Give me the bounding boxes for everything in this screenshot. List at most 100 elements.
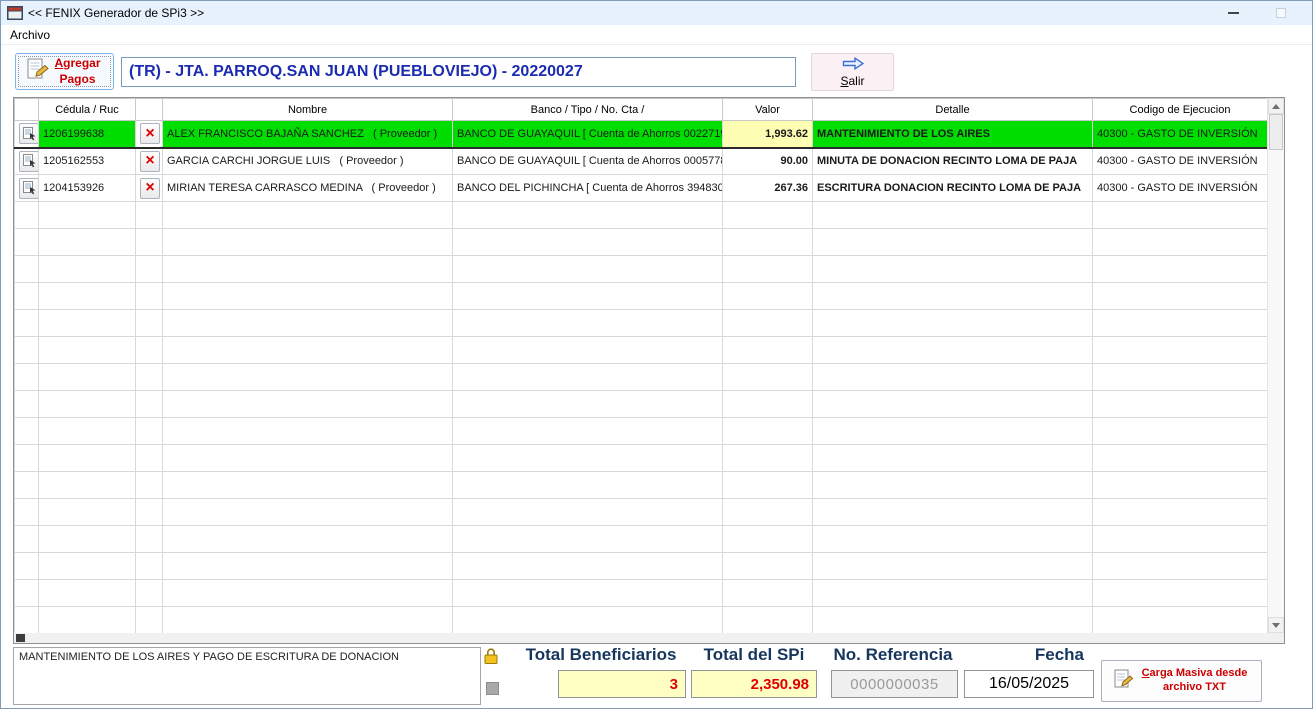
nombre-cell — [162, 201, 453, 229]
vertical-scroll-thumb[interactable] — [1269, 114, 1283, 150]
row-delete-cell — [135, 255, 163, 283]
fecha-value[interactable] — [964, 670, 1094, 698]
row-delete-cell — [135, 309, 163, 337]
cedula-cell — [38, 525, 136, 553]
codigo-cell — [1092, 282, 1268, 310]
row-delete-cell — [135, 525, 163, 553]
header-codigo[interactable]: Codigo de Ejecucion — [1092, 98, 1268, 121]
nombre-cell — [162, 471, 453, 499]
close-button[interactable] — [1268, 4, 1294, 22]
add-payments-icon — [27, 58, 49, 85]
row-delete-button[interactable]: × — [140, 177, 160, 199]
total-spi-value — [691, 670, 817, 698]
row-delete-button[interactable]: × — [140, 150, 160, 172]
row-edit-cell — [14, 552, 39, 580]
banco-cell — [452, 390, 723, 418]
codigo-cell — [1092, 255, 1268, 283]
row-delete-button[interactable]: × — [140, 123, 160, 145]
carga-masiva-button[interactable]: Carga Masiva desde archivo TXT — [1101, 660, 1262, 702]
nombre-cell — [162, 255, 453, 283]
valor-cell — [722, 525, 813, 553]
detalle-cell — [812, 201, 1093, 229]
window-controls — [1220, 4, 1306, 22]
codigo-cell: 40300 - GASTO DE INVERSIÓN — [1092, 120, 1268, 149]
referencia-label: No. Referencia — [833, 645, 953, 664]
table-row[interactable]: 1204153926 × MIRIAN TERESA CARRASCO MEDINA… — [14, 174, 1268, 202]
table-row — [14, 309, 1268, 337]
payments-table: Cédula / Ruc Nombre Banco / Tipo / No. C… — [14, 98, 1268, 634]
row-edit-button[interactable] — [19, 123, 38, 145]
header-banco[interactable]: Banco / Tipo / No. Cta / — [452, 98, 723, 121]
row-delete-cell — [135, 498, 163, 526]
row-edit-cell — [14, 228, 39, 256]
nombre-cell — [162, 363, 453, 391]
banco-cell — [452, 471, 723, 499]
vertical-scrollbar[interactable] — [1267, 98, 1284, 633]
row-delete-cell: × — [135, 120, 163, 149]
detalle-cell — [812, 552, 1093, 580]
table-row — [14, 282, 1268, 310]
header-cedula[interactable]: Cédula / Ruc — [38, 98, 136, 121]
valor-cell — [722, 201, 813, 229]
row-edit-cell — [14, 471, 39, 499]
horizontal-scroll-thumb[interactable] — [16, 634, 25, 642]
codigo-cell — [1092, 525, 1268, 553]
banco-cell — [452, 579, 723, 607]
total-beneficiarios-value — [558, 670, 686, 698]
row-edit-cell — [14, 147, 39, 175]
codigo-cell: 40300 - GASTO DE INVERSIÓN — [1092, 174, 1268, 202]
detalle-cell — [812, 471, 1093, 499]
app-window: << FENIX Generador de SPi3 >> Archivo Ag… — [0, 0, 1313, 709]
table-row[interactable]: 1206199638 × ALEX FRANCISCO BAJAÑA SANCHEZ… — [14, 120, 1268, 149]
cedula-cell — [38, 606, 136, 634]
header-nombre[interactable]: Nombre — [162, 98, 453, 121]
codigo-cell — [1092, 498, 1268, 526]
banco-cell — [452, 444, 723, 472]
codigo-cell — [1092, 606, 1268, 634]
cedula-cell — [38, 309, 136, 337]
nombre-cell: GARCIA CARCHI JORGUE LUIS ( Proveedor ) — [162, 147, 453, 175]
row-edit-cell — [14, 309, 39, 337]
cedula-cell — [38, 255, 136, 283]
observation-textarea[interactable]: MANTENIMIENTO DE LOS AIRES Y PAGO DE ESC… — [13, 647, 481, 705]
scroll-down-icon[interactable] — [1268, 617, 1284, 633]
detalle-cell — [812, 309, 1093, 337]
salir-button[interactable]: Salir — [811, 53, 894, 91]
banco-cell — [452, 282, 723, 310]
banco-cell — [452, 336, 723, 364]
nombre-cell — [162, 498, 453, 526]
header-valor[interactable]: Valor — [722, 98, 813, 121]
exit-arrow-icon — [842, 56, 864, 73]
valor-cell — [722, 363, 813, 391]
detalle-cell — [812, 579, 1093, 607]
detalle-cell — [812, 336, 1093, 364]
agregar-pagos-button[interactable]: Agregar Pagos — [15, 53, 114, 90]
row-edit-cell — [14, 444, 39, 472]
detalle-cell: ESCRITURA DONACION RECINTO LOMA DE PAJA — [812, 174, 1093, 202]
grid-header-row: Cédula / Ruc Nombre Banco / Tipo / No. C… — [14, 98, 1268, 121]
nombre-cell — [162, 606, 453, 634]
header-detalle[interactable]: Detalle — [812, 98, 1093, 121]
nombre-cell — [162, 417, 453, 445]
delete-x-icon: × — [145, 124, 155, 142]
table-row[interactable]: 1205162553 × GARCIA CARCHI JORGUE LUIS ( P… — [14, 147, 1268, 175]
row-edit-cell — [14, 498, 39, 526]
row-edit-button[interactable] — [19, 177, 38, 199]
menu-archivo[interactable]: Archivo — [1, 26, 59, 44]
cedula-cell — [38, 498, 136, 526]
row-edit-button[interactable] — [19, 150, 38, 172]
close-icon — [1276, 8, 1286, 18]
horizontal-scrollbar[interactable] — [14, 633, 1267, 643]
valor-cell — [722, 255, 813, 283]
detalle-cell — [812, 228, 1093, 256]
row-edit-cell — [14, 579, 39, 607]
codigo-cell: 40300 - GASTO DE INVERSIÓN — [1092, 147, 1268, 175]
scroll-up-icon[interactable] — [1268, 98, 1284, 114]
row-delete-cell — [135, 282, 163, 310]
minimize-button[interactable] — [1220, 4, 1246, 22]
cedula-cell — [38, 552, 136, 580]
banco-cell: BANCO DE GUAYAQUIL [ Cuenta de Ahorros 0… — [452, 147, 723, 175]
batch-title-input[interactable] — [121, 57, 796, 87]
status-square — [486, 682, 499, 695]
scroll-track[interactable] — [1268, 150, 1284, 617]
